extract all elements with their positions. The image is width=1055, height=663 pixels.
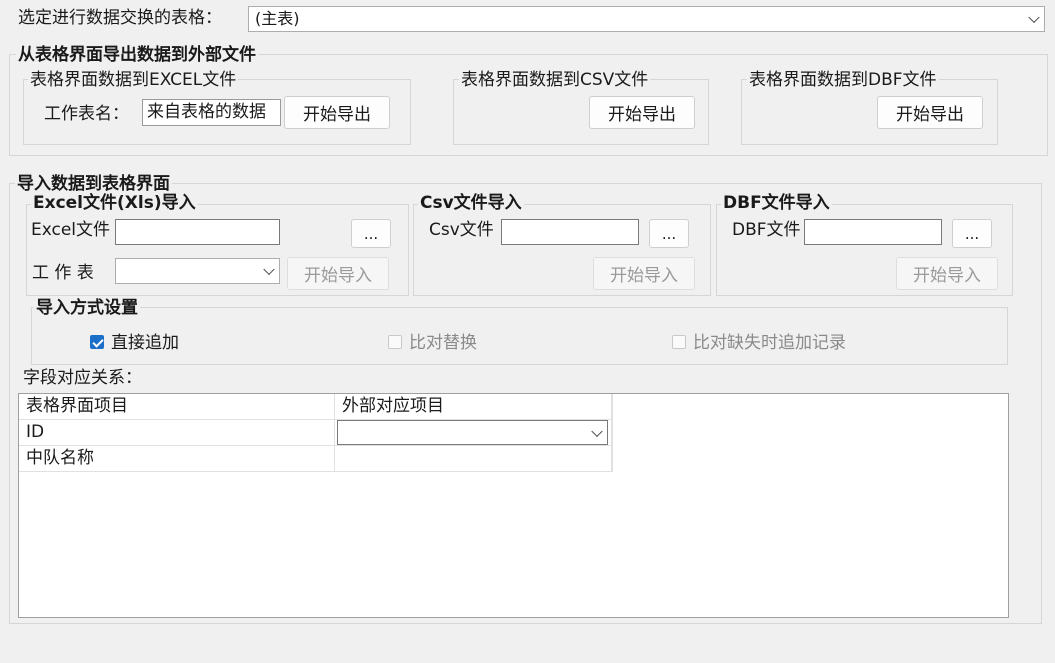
checkbox-checked-icon[interactable]: [90, 335, 104, 349]
mode-replace-label: 比对替换: [409, 333, 477, 353]
grid-cell-field: ID: [19, 420, 335, 446]
checkbox-unchecked-icon[interactable]: [672, 335, 686, 349]
excel-sheet-select[interactable]: [115, 258, 280, 284]
export-csv-title: 表格界面数据到CSV文件: [459, 70, 651, 90]
select-table-label: 选定进行数据交换的表格：: [18, 8, 222, 28]
field-mapping-grid: 表格界面项目 外部对应项目 ID 中队名称: [18, 393, 1009, 618]
dbf-browse-button[interactable]: ...: [952, 219, 992, 248]
import-excel-button[interactable]: 开始导入: [287, 257, 389, 290]
csv-browse-button[interactable]: ...: [649, 219, 689, 248]
external-field-select[interactable]: [337, 420, 608, 445]
excel-file-label: Excel文件: [31, 220, 111, 240]
table-select-value: (主表): [255, 9, 300, 28]
export-excel-button[interactable]: 开始导出: [284, 96, 390, 129]
import-dbf-title: DBF文件导入: [721, 193, 832, 213]
chevron-down-icon: [1028, 11, 1040, 24]
import-csv-title: Csv文件导入: [418, 193, 524, 213]
grid-header-external: 外部对应项目: [335, 394, 613, 420]
grid-cell-external[interactable]: [335, 420, 613, 446]
sheet-name-label: 工作表名：: [44, 104, 129, 124]
import-group-title: 导入数据到表格界面: [15, 174, 172, 194]
mode-missing-append-label: 比对缺失时追加记录: [693, 333, 846, 353]
import-excel-title: Excel文件(Xls)导入: [31, 193, 198, 213]
import-dbf-button[interactable]: 开始导入: [896, 257, 998, 290]
grid-cell-external[interactable]: [335, 446, 613, 472]
csv-file-input[interactable]: [501, 219, 639, 245]
grid-cell-field: 中队名称: [19, 446, 335, 472]
import-csv-button[interactable]: 开始导入: [593, 257, 695, 290]
excel-file-input[interactable]: [115, 219, 280, 245]
export-group-title: 从表格界面导出数据到外部文件: [16, 45, 258, 65]
dbf-file-input[interactable]: [804, 219, 942, 245]
export-csv-button[interactable]: 开始导出: [589, 96, 695, 129]
export-excel-title: 表格界面数据到EXCEL文件: [28, 70, 239, 90]
dbf-file-label: DBF文件: [732, 220, 801, 240]
mode-missing-append-option[interactable]: 比对缺失时追加记录: [672, 333, 892, 354]
excel-browse-button[interactable]: ...: [351, 219, 391, 248]
table-select[interactable]: (主表): [248, 6, 1045, 32]
excel-sheet-label: 工 作 表: [32, 263, 94, 283]
export-dbf-button[interactable]: 开始导出: [877, 96, 983, 129]
chevron-down-icon: [263, 263, 275, 276]
sheet-name-input[interactable]: 来自表格的数据: [142, 99, 281, 126]
grid-header-field: 表格界面项目: [19, 394, 335, 420]
chevron-down-icon: [591, 425, 603, 437]
csv-file-label: Csv文件: [429, 220, 494, 240]
mode-append-option[interactable]: 直接追加: [90, 333, 210, 354]
import-mode-title: 导入方式设置: [34, 298, 140, 318]
export-dbf-title: 表格界面数据到DBF文件: [747, 70, 939, 90]
mode-append-label: 直接追加: [111, 333, 179, 353]
field-mapping-label: 字段对应关系：: [23, 368, 142, 388]
mode-replace-option[interactable]: 比对替换: [388, 333, 508, 354]
checkbox-unchecked-icon[interactable]: [388, 335, 402, 349]
